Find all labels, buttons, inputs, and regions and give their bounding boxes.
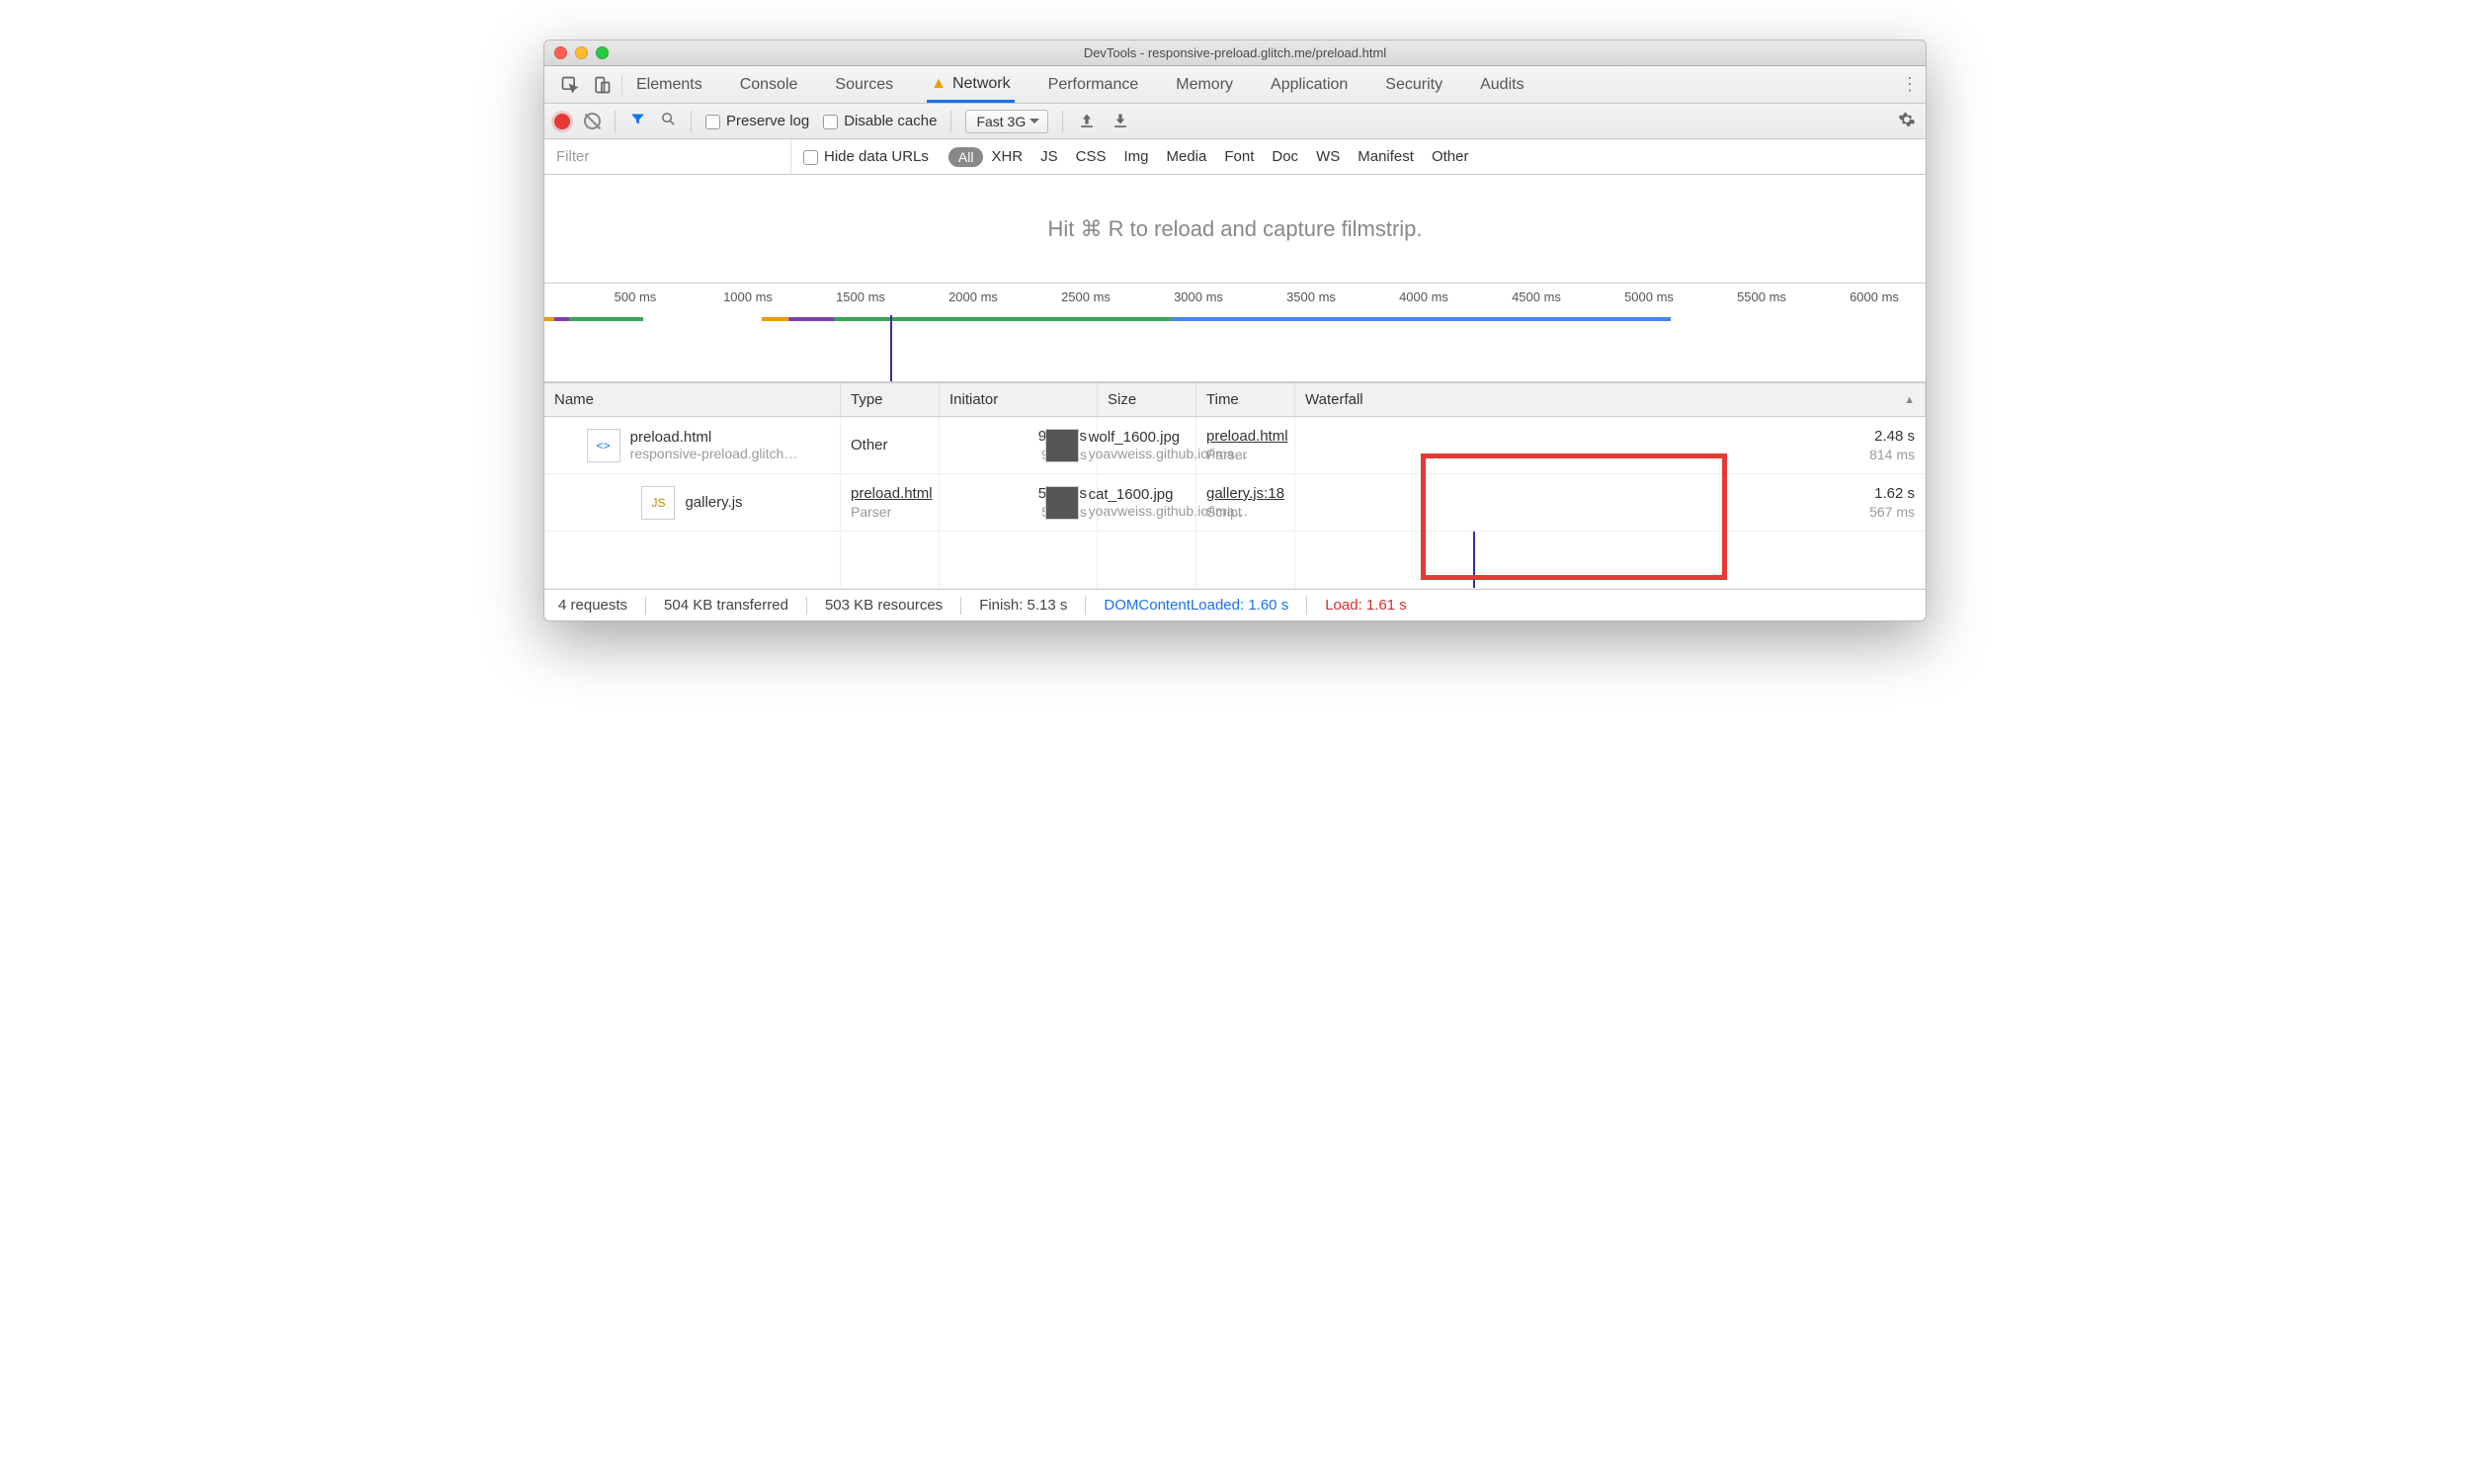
initiator-link: Other [851, 437, 929, 453]
warning-icon: ▲ [931, 75, 947, 93]
devtools-window: DevTools - responsive-preload.glitch.me/… [543, 40, 1927, 621]
sort-caret-icon: ▲ [1904, 394, 1915, 406]
filter-type-img[interactable]: Img [1123, 148, 1148, 165]
js-file-icon: JS [641, 486, 675, 520]
filter-input[interactable] [544, 139, 791, 175]
tab-sources[interactable]: Sources [831, 68, 897, 101]
column-header-waterfall[interactable]: Waterfall▲ [1295, 382, 1926, 417]
zoom-window-button[interactable] [596, 46, 609, 59]
panel-tabs-bar: Elements Console Sources ▲Network Performanc… [544, 66, 1926, 104]
filter-type-ws[interactable]: WS [1316, 148, 1340, 165]
img-file-icon [1045, 486, 1079, 520]
html-file-icon: <> [587, 429, 620, 462]
initiator-link[interactable]: preload.html [1206, 428, 1284, 445]
column-header-type[interactable]: Type [841, 382, 940, 417]
window-controls [554, 46, 609, 59]
filter-icon[interactable] [629, 111, 646, 131]
status-requests: 4 requests [558, 597, 627, 614]
request-name: gallery.js [685, 494, 742, 511]
preserve-log-checkbox[interactable]: Preserve log [705, 113, 809, 129]
inspect-element-icon[interactable] [560, 75, 580, 95]
initiator-link[interactable]: preload.html [851, 485, 929, 502]
download-har-icon[interactable] [1111, 112, 1130, 131]
tab-security[interactable]: Security [1381, 68, 1446, 101]
timeline-bars [544, 317, 1926, 325]
filmstrip-hint: Hit ⌘ R to reload and capture filmstrip. [544, 175, 1926, 284]
status-dcl: DOMContentLoaded: 1.60 s [1104, 597, 1288, 614]
status-finish: Finish: 5.13 s [979, 597, 1067, 614]
column-header-name[interactable]: Name [544, 382, 841, 417]
device-toolbar-icon[interactable] [592, 75, 612, 95]
requests-table: NameTypeInitiatorSizeTimeWaterfall▲ <> pre… [544, 382, 1926, 589]
upload-har-icon[interactable] [1077, 112, 1097, 131]
tab-audits[interactable]: Audits [1476, 68, 1527, 101]
column-header-initiator[interactable]: Initiator [940, 382, 1098, 417]
filter-bar: Hide data URLs All XHR JS CSS Img Media Font D… [544, 139, 1926, 175]
filter-type-doc[interactable]: Doc [1272, 148, 1298, 165]
status-load: Load: 1.61 s [1325, 597, 1407, 614]
tab-application[interactable]: Application [1267, 68, 1352, 101]
window-title: DevTools - responsive-preload.glitch.me/… [544, 45, 1926, 60]
column-header-time[interactable]: Time [1196, 382, 1295, 417]
more-options-icon[interactable]: ⋮ [1900, 66, 1920, 103]
throttling-select[interactable]: Fast 3G [965, 110, 1048, 133]
filter-type-xhr[interactable]: XHR [991, 148, 1023, 165]
settings-icon[interactable] [1898, 111, 1916, 132]
column-header-size[interactable]: Size [1098, 382, 1196, 417]
filter-type-media[interactable]: Media [1167, 148, 1207, 165]
filter-type-manifest[interactable]: Manifest [1358, 148, 1414, 165]
clear-button[interactable] [584, 113, 601, 129]
img-file-icon [1045, 429, 1079, 462]
timeline-cursor[interactable] [890, 315, 892, 381]
tab-elements[interactable]: Elements [632, 68, 706, 101]
search-icon[interactable] [660, 111, 677, 131]
titlebar: DevTools - responsive-preload.glitch.me/… [544, 41, 1926, 66]
filter-type-css[interactable]: CSS [1076, 148, 1107, 165]
filter-all-pill[interactable]: All [948, 147, 984, 167]
filter-type-font[interactable]: Font [1224, 148, 1254, 165]
network-toolbar: Preserve log Disable cache Fast 3G [544, 104, 1926, 139]
initiator-link[interactable]: gallery.js:18 [1206, 485, 1284, 502]
tab-memory[interactable]: Memory [1172, 68, 1237, 101]
minimize-window-button[interactable] [575, 46, 588, 59]
timeline-overview[interactable]: 500 ms1000 ms1500 ms2000 ms2500 ms3000 m… [544, 284, 1926, 382]
tab-network[interactable]: ▲Network [927, 67, 1015, 103]
request-name: preload.html [630, 429, 798, 446]
status-resources: 503 KB resources [825, 597, 943, 614]
status-transferred: 504 KB transferred [664, 597, 788, 614]
disable-cache-checkbox[interactable]: Disable cache [823, 113, 937, 129]
filter-type-other[interactable]: Other [1432, 148, 1469, 165]
tab-performance[interactable]: Performance [1044, 68, 1143, 101]
record-button[interactable] [554, 114, 570, 129]
close-window-button[interactable] [554, 46, 567, 59]
filter-type-js[interactable]: JS [1040, 148, 1058, 165]
hide-data-urls-checkbox[interactable]: Hide data URLs [803, 148, 929, 165]
status-bar: 4 requests 504 KB transferred 503 KB res… [544, 589, 1926, 620]
tab-console[interactable]: Console [736, 68, 802, 101]
